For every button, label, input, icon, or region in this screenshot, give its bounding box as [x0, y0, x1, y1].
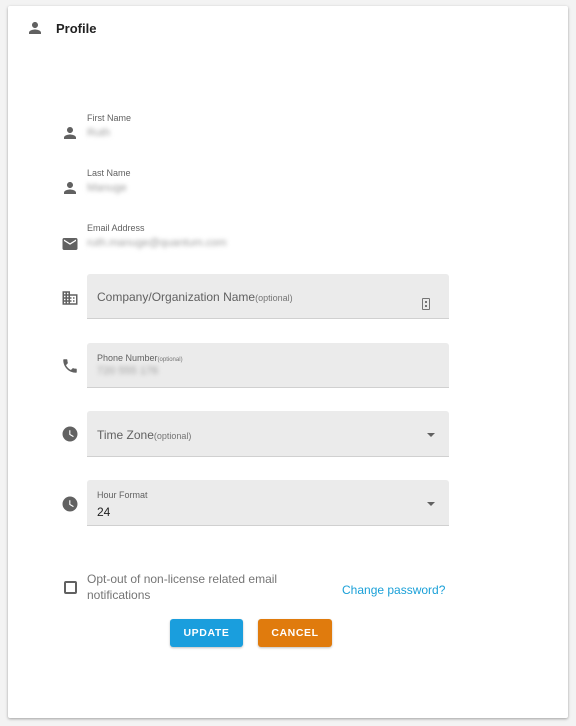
- opt-out-checkbox[interactable]: [64, 581, 77, 594]
- company-placeholder: Company/Organization Name(optional): [97, 290, 293, 304]
- page-title: Profile: [56, 20, 97, 36]
- phone-value: 720 555 176: [97, 365, 159, 377]
- phone-input[interactable]: Phone Number(optional) 720 555 176: [87, 343, 449, 388]
- last-name-value: Manuge: [87, 182, 127, 194]
- profile-header: Profile: [26, 16, 96, 40]
- time-zone-placeholder: Time Zone(optional): [97, 428, 192, 442]
- opt-out-label[interactable]: Opt-out of non-license related email not…: [87, 571, 317, 603]
- cancel-button[interactable]: CANCEL: [258, 619, 332, 647]
- change-password-link[interactable]: Change password?: [342, 583, 445, 597]
- hour-format-label: Hour Format: [97, 490, 148, 500]
- business-icon: [61, 289, 79, 307]
- email-icon: [61, 235, 79, 253]
- person-icon: [61, 179, 79, 197]
- first-name-value: Ruth: [87, 127, 111, 139]
- hour-format-value: 24: [97, 505, 111, 519]
- opt-out-row: Opt-out of non-license related email not…: [64, 571, 317, 603]
- email-label: Email Address: [87, 223, 145, 233]
- clock-icon: [61, 495, 79, 513]
- email-field: Email Address ruth.manuge@quantum.com: [87, 222, 447, 250]
- chevron-down-icon[interactable]: [427, 433, 435, 437]
- chevron-down-icon[interactable]: [427, 502, 435, 506]
- time-zone-select[interactable]: Time Zone(optional): [87, 411, 449, 457]
- company-input[interactable]: Company/Organization Name(optional): [87, 274, 449, 319]
- phone-icon: [61, 357, 79, 375]
- phone-label: Phone Number(optional): [97, 353, 183, 363]
- update-button[interactable]: UPDATE: [170, 619, 243, 647]
- person-icon: [61, 124, 79, 142]
- first-name-label: First Name: [87, 113, 132, 123]
- first-name-field: First Name Ruth: [87, 112, 447, 140]
- hour-format-select[interactable]: Hour Format 24: [87, 480, 449, 526]
- last-name-label: Last Name: [87, 168, 131, 178]
- clock-icon: [61, 425, 79, 443]
- email-value: ruth.manuge@quantum.com: [87, 237, 227, 249]
- person-icon: [26, 19, 44, 37]
- profile-card: Profile First Name Ruth Last Name Manuge…: [8, 6, 568, 718]
- last-name-field: Last Name Manuge: [87, 167, 447, 195]
- contact-card-icon[interactable]: [422, 298, 430, 310]
